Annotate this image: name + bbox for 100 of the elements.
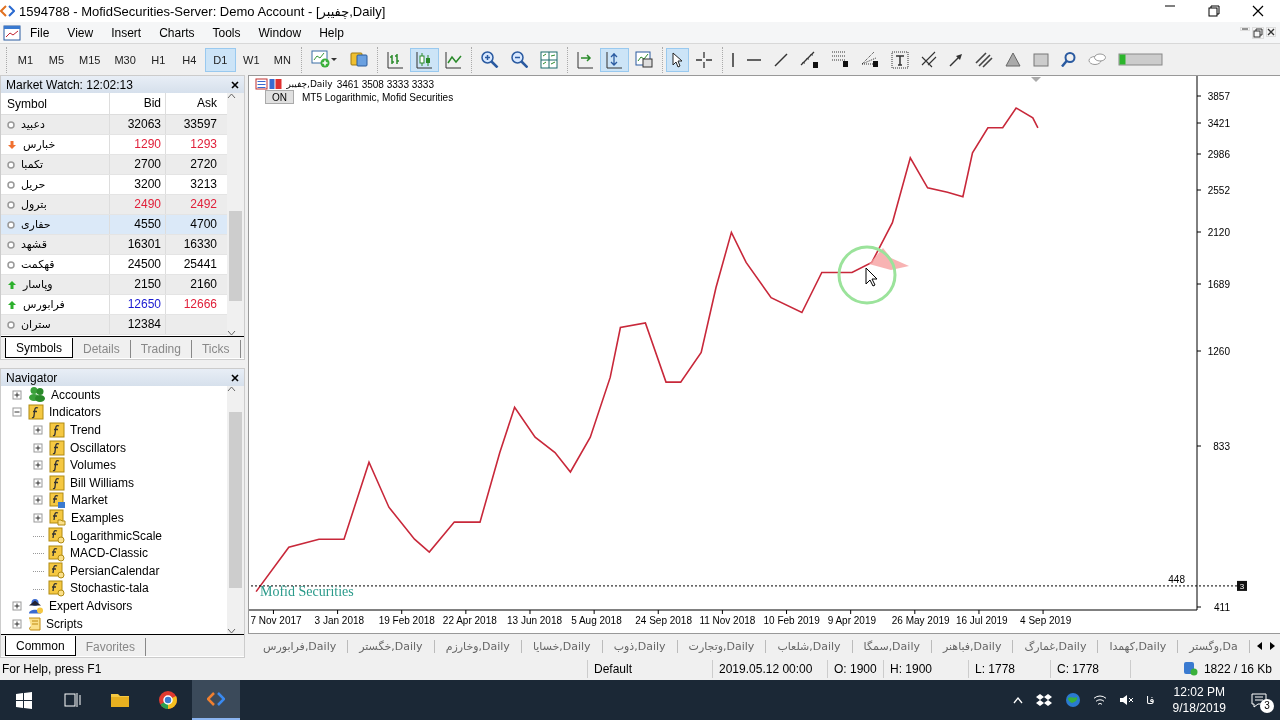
text-frame-icon xyxy=(891,50,910,69)
tree-item[interactable]: Volumes xyxy=(70,458,117,473)
tree-item[interactable]: Bill Williams xyxy=(70,475,134,490)
chart-tab[interactable]: فرابورس,Daily xyxy=(252,639,349,653)
timeframe-button[interactable]: MN xyxy=(266,47,298,72)
chart-tab[interactable]: وتجارت,Daily xyxy=(677,639,767,653)
timeframe-button[interactable]: H4 xyxy=(173,47,205,72)
timeframe-button[interactable]: M5 xyxy=(41,47,72,72)
column-header[interactable]: Symbol xyxy=(7,96,47,111)
ask-price: 33597 xyxy=(183,117,217,131)
close-icon[interactable] xyxy=(1252,5,1264,17)
chevron-up-icon[interactable] xyxy=(1013,696,1023,704)
tree-item[interactable]: Expert Advisors xyxy=(49,598,133,613)
tree-item[interactable]: Examples xyxy=(71,510,124,525)
chart-tab[interactable]: کهمدا,Daily xyxy=(1098,639,1179,653)
scrollbar-thumb[interactable] xyxy=(229,412,242,588)
expand-toggle-icon[interactable] xyxy=(33,512,43,523)
tree-item[interactable]: LogarithmicScale xyxy=(70,528,163,543)
tree-item[interactable]: PersianCalendar xyxy=(70,563,160,578)
expand-toggle-icon[interactable] xyxy=(33,477,43,488)
vertical-line-icon xyxy=(732,51,735,68)
clock-time[interactable]: 12:02 PM xyxy=(1173,684,1225,700)
tree-item[interactable]: Market xyxy=(71,493,108,508)
box-icon[interactable] xyxy=(1035,693,1053,707)
panel-tab[interactable]: Common xyxy=(5,636,76,656)
toggle-button[interactable]: ON xyxy=(265,90,294,104)
close-icon[interactable] xyxy=(1266,26,1276,37)
chart-tab[interactable]: سمگا,Daily xyxy=(852,639,932,653)
task-view-icon[interactable] xyxy=(63,692,81,708)
tree-item[interactable]: Accounts xyxy=(51,387,101,402)
chart-tab[interactable]: وخارزم,Daily xyxy=(434,639,522,653)
shift-arrows-button[interactable] xyxy=(600,47,630,72)
price-level-label: 448 xyxy=(1168,573,1185,585)
expand-toggle-icon[interactable] xyxy=(12,389,22,400)
cursor-button[interactable] xyxy=(666,47,690,72)
app-logo-icon[interactable] xyxy=(207,692,225,706)
price-axis-label: 411 xyxy=(1214,602,1230,613)
menu-item[interactable]: Charts xyxy=(150,23,204,42)
browser-icon[interactable] xyxy=(158,690,178,710)
chart-tab[interactable]: فباهنر,Daily xyxy=(931,639,1014,653)
date-axis-label: 26 May 2019 xyxy=(891,615,950,626)
bid-price: 3200 xyxy=(134,177,161,191)
expand-toggle-icon[interactable] xyxy=(33,460,43,471)
template-icon xyxy=(635,51,654,68)
tree-item[interactable]: Scripts xyxy=(46,616,83,631)
scrollbar-thumb[interactable] xyxy=(229,211,242,301)
chart-tab[interactable]: وگستر,Da xyxy=(1178,639,1250,653)
function-icon xyxy=(49,439,65,456)
timeframe-button[interactable]: D1 xyxy=(204,47,236,72)
close-icon[interactable] xyxy=(231,373,239,382)
menu-item[interactable]: Insert xyxy=(102,23,151,42)
folder-icon[interactable] xyxy=(110,692,130,708)
expand-toggle-icon[interactable] xyxy=(33,425,43,435)
wifi-icon[interactable] xyxy=(1093,694,1107,706)
menu-item[interactable]: File xyxy=(21,23,59,42)
column-header[interactable]: Bid xyxy=(143,96,161,110)
timeframe-button[interactable]: M15 xyxy=(72,47,108,72)
restore-icon[interactable] xyxy=(1252,26,1264,39)
tree-item[interactable]: Trend xyxy=(70,423,101,437)
expand-toggle-icon[interactable] xyxy=(33,442,43,453)
column-header[interactable]: Ask xyxy=(197,96,217,110)
bid-price: 2150 xyxy=(134,277,161,291)
chart-tab[interactable]: ذوب,Daily xyxy=(602,639,678,653)
globe-icon[interactable] xyxy=(1065,692,1081,708)
menu-item[interactable]: Window xyxy=(249,23,311,42)
menu-item[interactable]: Help xyxy=(310,23,353,42)
candlestick-button[interactable] xyxy=(410,47,440,72)
chart-tab[interactable]: غمارگ,Daily xyxy=(1013,639,1099,653)
close-icon[interactable] xyxy=(231,80,239,89)
panel-tab[interactable]: Symbols xyxy=(5,338,73,358)
minimize-icon[interactable] xyxy=(1164,5,1176,7)
expand-toggle-icon[interactable] xyxy=(33,495,43,506)
collapse-toggle-icon[interactable] xyxy=(12,407,22,418)
chart-tab[interactable]: خگستر,Daily xyxy=(348,639,435,653)
menu-item[interactable]: View xyxy=(58,23,103,42)
scroll-left-icon[interactable] xyxy=(1255,641,1263,651)
expand-toggle-icon[interactable] xyxy=(12,600,22,611)
chart-tab[interactable]: خسایا,Daily xyxy=(521,639,603,653)
timeframe-button[interactable]: M30 xyxy=(107,47,143,72)
scroll-right-icon[interactable] xyxy=(1268,641,1276,651)
date-axis-label: 24 Sep 2018 xyxy=(635,615,692,626)
tree-item[interactable]: Oscillators xyxy=(70,440,126,455)
clock-date[interactable]: 9/18/2019 xyxy=(1172,700,1226,716)
chart-tab[interactable]: شلعاب,Daily xyxy=(766,639,853,653)
tree-item[interactable]: MACD-Classic xyxy=(70,546,148,561)
ask-price: 2492 xyxy=(190,197,217,211)
timeframe-button[interactable]: W1 xyxy=(235,47,267,72)
tree-item[interactable]: Indicators xyxy=(49,405,102,420)
windows-logo-icon[interactable] xyxy=(15,690,33,710)
timeframe-button[interactable]: H1 xyxy=(142,47,174,72)
date-axis-label: 5 Aug 2018 xyxy=(571,615,622,626)
expand-toggle-icon[interactable] xyxy=(12,618,22,629)
menu-item[interactable]: Tools xyxy=(203,23,250,42)
zoom-out-icon xyxy=(510,50,529,69)
timeframe-button[interactable]: M1 xyxy=(10,47,41,72)
language-indicator[interactable]: فا xyxy=(1146,693,1155,707)
tree-item[interactable]: Stochastic-tala xyxy=(70,581,149,596)
broker-label: Mofid Securities xyxy=(260,584,354,599)
speaker-muted-icon[interactable] xyxy=(1119,694,1134,706)
restore-icon[interactable] xyxy=(1208,5,1220,17)
